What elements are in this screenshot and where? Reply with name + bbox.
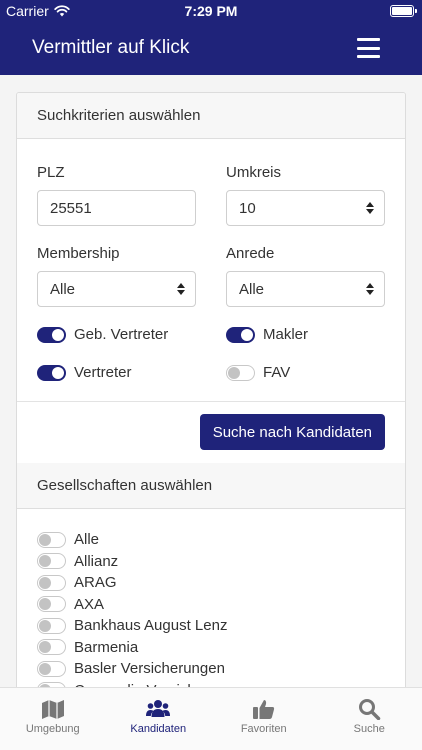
toggle-label: Vertreter <box>74 364 132 381</box>
switch-geb-vertreter[interactable] <box>37 326 66 343</box>
company-item[interactable]: Basler Versicherungen <box>37 658 385 680</box>
company-switch[interactable] <box>37 639 66 656</box>
search-card: Suchkriterien auswählen PLZ 25551 Umkrei… <box>16 92 406 687</box>
companies-section: Gesellschaften auswählen Alle Allianz ARAG… <box>17 463 405 687</box>
criteria-header: Suchkriterien auswählen <box>17 93 405 139</box>
radius-select[interactable]: 10 <box>226 190 385 226</box>
company-switch[interactable] <box>37 574 66 591</box>
nav-bar: Vermittler auf Klick <box>0 22 422 75</box>
salutation-label: Anrede <box>226 245 275 262</box>
hamburger-menu-icon[interactable] <box>357 38 380 58</box>
toggle-geb-vertreter[interactable]: Geb. Vertreter <box>37 326 168 343</box>
companies-header: Gesellschaften auswählen <box>17 463 405 509</box>
search-icon <box>359 699 381 720</box>
company-item[interactable]: Alle <box>37 529 385 551</box>
toggle-label: Geb. Vertreter <box>74 326 169 343</box>
radius-value: 10 <box>239 199 256 217</box>
tab-kandidaten[interactable]: Kandidaten <box>106 688 212 750</box>
users-icon <box>146 700 171 717</box>
companies-list: Alle Allianz ARAG AXA Bankhaus August Lenz Ba… <box>17 509 405 687</box>
company-label: Alle <box>74 531 100 549</box>
select-arrows-icon <box>366 202 374 214</box>
switch-makler[interactable] <box>226 326 255 343</box>
company-switch[interactable] <box>37 531 66 548</box>
company-label: Basler Versicherungen <box>74 660 225 678</box>
company-item[interactable]: AXA <box>37 594 385 616</box>
salutation-value: Alle <box>239 280 265 298</box>
search-button-area: Suche nach Kandidaten <box>17 402 405 463</box>
company-item[interactable]: ARAG <box>37 572 385 594</box>
app-title: Vermittler auf Klick <box>32 37 190 58</box>
company-switch[interactable] <box>37 617 66 634</box>
tab-umgebung[interactable]: Umgebung <box>0 688 106 750</box>
company-label: ARAG <box>74 574 117 592</box>
tab-bar: Umgebung Kandidaten Favoriten Suche <box>0 687 422 750</box>
switch-fav[interactable] <box>226 364 255 381</box>
company-label: Allianz <box>74 552 119 570</box>
radius-label: Umkreis <box>226 164 281 181</box>
tab-favoriten[interactable]: Favoriten <box>211 688 317 750</box>
salutation-select[interactable]: Alle <box>226 271 385 307</box>
toggle-label: Makler <box>263 326 309 343</box>
tab-label: Favoriten <box>240 723 287 735</box>
company-item[interactable]: Allianz <box>37 551 385 573</box>
company-switch[interactable] <box>37 553 66 570</box>
tab-label: Suche <box>353 723 385 735</box>
map-icon <box>41 700 64 719</box>
main-content[interactable]: Suchkriterien auswählen PLZ 25551 Umkrei… <box>0 75 422 687</box>
status-bar: Carrier 7:29 PM <box>0 0 422 22</box>
company-item[interactable]: Barmenia <box>37 637 385 659</box>
company-switch[interactable] <box>37 596 66 613</box>
toggle-makler[interactable]: Makler <box>226 326 308 343</box>
tab-label: Umgebung <box>25 723 80 735</box>
toggle-label: FAV <box>263 364 291 381</box>
plz-value: 25551 <box>50 199 92 217</box>
company-label: Bankhaus August Lenz <box>74 617 228 635</box>
plz-input[interactable]: 25551 <box>37 190 196 226</box>
company-item[interactable]: Bankhaus August Lenz <box>37 615 385 637</box>
membership-value: Alle <box>50 280 76 298</box>
plz-label: PLZ <box>37 164 65 181</box>
app-header: Carrier 7:29 PM Vermittler auf Klick <box>0 0 422 75</box>
select-arrows-icon <box>366 283 374 295</box>
thumbs-up-icon <box>252 700 274 719</box>
criteria-form: PLZ 25551 Umkreis 10 Membership Alle Anr… <box>17 139 405 402</box>
toggle-fav[interactable]: FAV <box>226 364 290 381</box>
status-time: 7:29 PM <box>184 3 238 19</box>
membership-select[interactable]: Alle <box>37 271 196 307</box>
tab-label: Kandidaten <box>130 723 187 735</box>
company-label: Barmenia <box>74 638 139 656</box>
battery-icon <box>390 5 417 17</box>
toggle-vertreter[interactable]: Vertreter <box>37 364 132 381</box>
membership-label: Membership <box>37 245 120 262</box>
switch-vertreter[interactable] <box>37 364 66 381</box>
company-item[interactable]: Concordia Versicherungen <box>37 680 385 687</box>
company-switch[interactable] <box>37 660 66 677</box>
tab-suche[interactable]: Suche <box>317 688 422 750</box>
select-arrows-icon <box>177 283 185 295</box>
company-label: AXA <box>74 595 105 613</box>
search-candidates-button[interactable]: Suche nach Kandidaten <box>199 414 385 450</box>
